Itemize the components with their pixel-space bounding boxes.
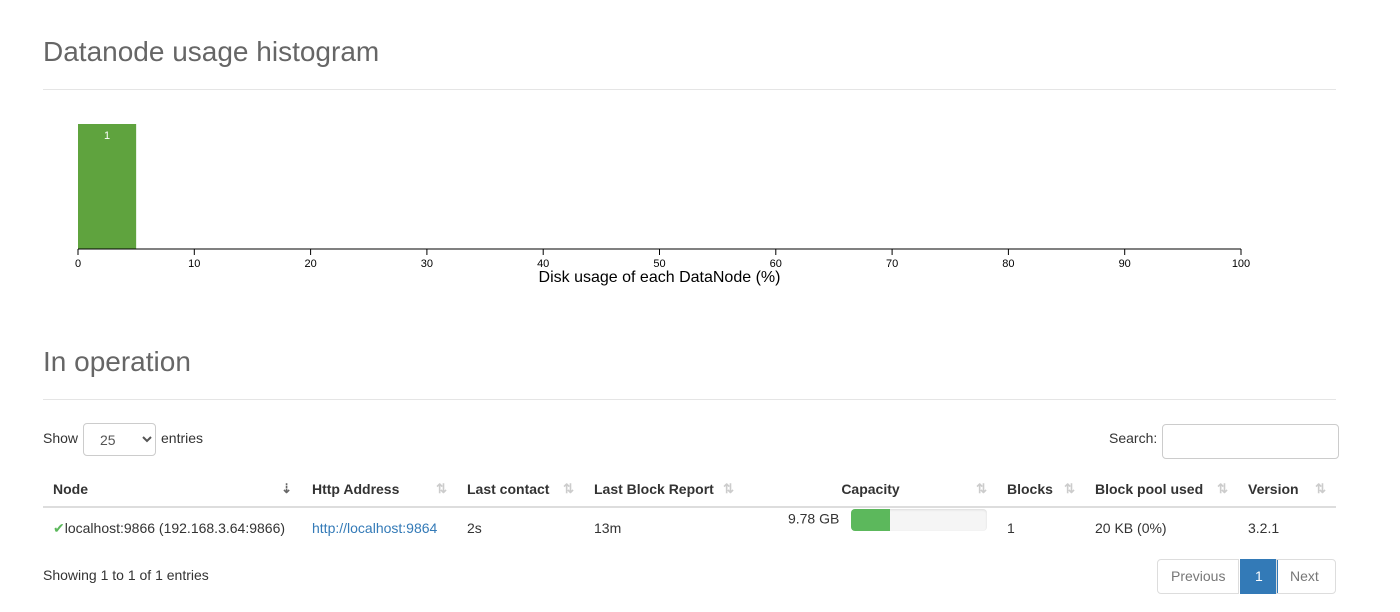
blocks: 1 — [1007, 520, 1015, 536]
previous-button[interactable]: Previous — [1157, 559, 1240, 594]
sort-icon: ⇅ — [1217, 481, 1228, 496]
x-tick-label: 90 — [1119, 258, 1131, 270]
histogram-title: Datanode usage histogram — [43, 36, 380, 67]
sort-icon: ⇅ — [436, 481, 447, 496]
search-label: Search: — [1109, 430, 1158, 446]
next-button[interactable]: Next — [1276, 559, 1336, 594]
x-tick-label: 100 — [1232, 258, 1250, 270]
capacity-value: 9.78 GB — [787, 510, 840, 527]
table-info: Showing 1 to 1 of 1 entries — [43, 567, 209, 583]
capacity-bar-fill — [851, 509, 891, 531]
page-size-select[interactable]: 25 — [83, 423, 156, 456]
col-last-block-report[interactable]: Last Block Report ⇅ — [584, 472, 744, 508]
x-tick-label: 80 — [1002, 258, 1014, 270]
sort-icon: ⇅ — [723, 481, 734, 496]
http-address-link[interactable]: http://localhost:9864 — [312, 520, 437, 536]
divider — [43, 89, 1336, 90]
x-tick-label: 20 — [304, 258, 316, 270]
entries-label: entries — [161, 430, 204, 446]
datanode-table: Node ⇣ Http Address ⇅ Last contact ⇅ Last B… — [43, 472, 1336, 548]
operation-title: In operation — [43, 346, 191, 377]
node-name: localhost:9866 (192.168.3.64:9866) — [64, 519, 286, 536]
search-input[interactable] — [1162, 424, 1339, 459]
version: 3.2.1 — [1248, 520, 1280, 536]
histogram-bar — [78, 124, 137, 249]
x-tick-label: 70 — [886, 258, 898, 270]
divider — [43, 399, 1336, 400]
col-node[interactable]: Node ⇣ — [43, 472, 302, 508]
sort-icon: ⇅ — [1315, 481, 1326, 496]
last-block-report: 13m — [594, 520, 622, 536]
col-last-contact[interactable]: Last contact ⇅ — [457, 472, 584, 508]
sort-asc-icon: ⇣ — [281, 481, 292, 496]
capacity-bar — [851, 509, 987, 531]
col-blocks[interactable]: Blocks ⇅ — [997, 472, 1085, 508]
x-tick-label: 10 — [188, 258, 200, 270]
page-1-button[interactable]: 1 — [1240, 559, 1278, 594]
col-block-pool-used[interactable]: Block pool used ⇅ — [1085, 472, 1238, 508]
check-icon: ✔ — [53, 519, 65, 536]
x-tick-label: 30 — [421, 258, 433, 270]
col-version[interactable]: Version ⇅ — [1238, 472, 1336, 508]
table-row: ✔localhost:9866 (192.168.3.64:9866) http… — [43, 507, 1336, 548]
sort-icon: ⇅ — [1064, 481, 1075, 496]
col-capacity[interactable]: Capacity ⇅ — [744, 472, 997, 508]
last-contact: 2s — [467, 520, 482, 536]
sort-icon: ⇅ — [563, 481, 574, 496]
show-label: Show — [43, 430, 79, 446]
x-tick-label: 0 — [75, 258, 81, 270]
usage-histogram: 10 10 20 30 40 50 60 70 80 90 100Disk usage of eac… — [75, 124, 1250, 286]
block-pool-used: 20 KB (0%) — [1095, 520, 1167, 536]
bar-count-label: 1 — [104, 130, 110, 142]
x-axis-label: Disk usage of each DataNode (%) — [539, 269, 781, 286]
col-http-address[interactable]: Http Address ⇅ — [302, 472, 457, 508]
sort-icon: ⇅ — [976, 481, 987, 496]
